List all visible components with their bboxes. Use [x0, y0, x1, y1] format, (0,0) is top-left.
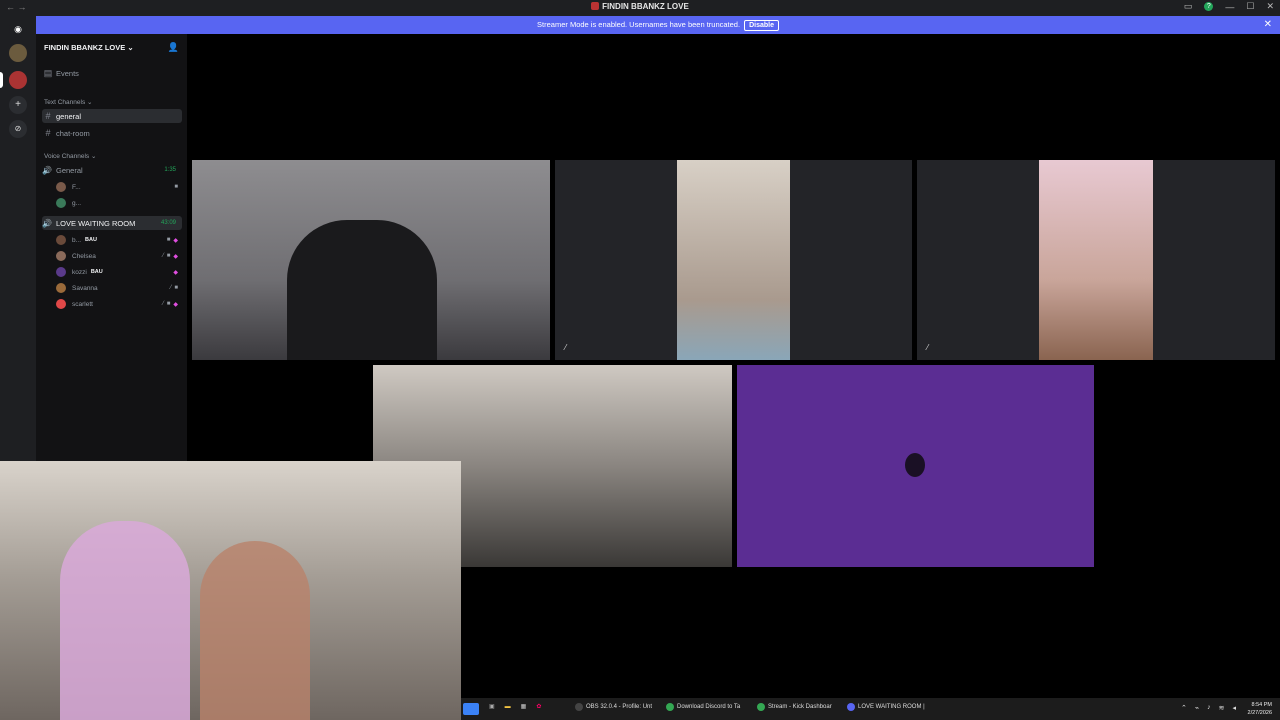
disable-button[interactable]: Disable — [744, 20, 779, 31]
mic-muted-icon: ⁄ — [162, 252, 164, 259]
mic-icon: ♪ — [1207, 704, 1211, 711]
volume-icon: ◂ — [1232, 705, 1236, 712]
wifi-icon: ≋ — [1218, 705, 1225, 712]
video-icon: ■ — [174, 285, 178, 291]
video-icon: ■ — [166, 300, 171, 307]
camera-feed — [1039, 160, 1153, 360]
voice-member[interactable]: scarlett ⁄ ■ ◆ — [56, 298, 182, 310]
start-button[interactable] — [463, 703, 482, 715]
user-avatar — [905, 453, 925, 477]
avatar — [56, 251, 66, 261]
bau-badge: BAU — [90, 269, 103, 275]
close-window-button[interactable]: ✕ — [1266, 1, 1274, 12]
window-title: FINDIN BBANKZ LOVE — [0, 2, 1280, 11]
channel-general[interactable]: # general — [42, 109, 182, 123]
video-tile[interactable] — [192, 160, 550, 360]
bau-badge: BAU — [85, 237, 97, 243]
camera-feed — [677, 160, 790, 360]
taskbar-chrome-kick[interactable]: Stream - Kick Dashboar — [757, 703, 832, 711]
taskbar-discord[interactable]: LOVE WAITING ROOM | — [847, 703, 925, 711]
streamer-mode-banner: Streamer Mode is enabled. Usernames have… — [36, 16, 1280, 34]
speaker-icon: 🔊 — [42, 165, 52, 175]
calendar-icon: ▤ — [43, 67, 53, 78]
hash-icon: # — [45, 128, 51, 138]
minimize-button[interactable]: — — [1225, 2, 1234, 12]
avatar — [56, 182, 66, 192]
obs-icon — [575, 703, 583, 711]
banner-message: Streamer Mode is enabled. Usernames have… — [36, 20, 1280, 31]
events-item[interactable]: ▤ Events — [42, 66, 182, 80]
discover-icon[interactable]: ⊘ — [9, 120, 27, 138]
windows-icon — [463, 703, 479, 715]
help-icon[interactable]: ? — [1204, 2, 1214, 11]
mic-muted-icon: ⁄ — [170, 285, 172, 291]
voice-channels-category[interactable]: Voice Channels ⌄ — [44, 152, 96, 160]
server-name[interactable]: FINDIN BBANKZ LOVE ⌄ — [44, 43, 134, 52]
video-tile-avatar[interactable] — [737, 365, 1094, 567]
text-channels-category[interactable]: Text Channels ⌄ — [44, 98, 92, 106]
voice-channel-general[interactable]: 🔊 General 1:35 — [42, 163, 182, 177]
video-icon: ■ — [166, 236, 171, 243]
system-tray[interactable]: ⌃ ⌁ ♪ ≋ ◂ — [1181, 704, 1236, 712]
channel-chat-room[interactable]: # chat-room — [42, 126, 182, 140]
windows-taskbar: ▣ ▬ ▦ ✿ OBS 32.0.4 - Profile: Unt Download … — [461, 698, 1280, 720]
taskbar-pinned-apps[interactable]: ▣ ▬ ▦ ✿ — [489, 703, 542, 711]
store-icon: ▦ — [520, 704, 527, 710]
maximize-button[interactable]: ☐ — [1246, 1, 1254, 12]
discord-icon — [847, 703, 855, 711]
add-server-icon[interactable]: + — [9, 96, 27, 114]
folder-icon: ▬ — [504, 703, 511, 710]
video-icon: ■ — [174, 184, 178, 190]
chrome-icon — [666, 703, 674, 711]
title-bar: ← → FINDIN BBANKZ LOVE ▭ ? — ☐ ✕ — [0, 0, 1280, 16]
mic-muted-icon: ⁄ — [565, 343, 567, 352]
avatar — [56, 198, 66, 208]
discord-home-icon[interactable]: ◉ — [9, 20, 27, 38]
task-view-icon: ▣ — [489, 704, 495, 710]
voice-timer: 1:35 — [164, 167, 176, 173]
video-tile[interactable]: ⁄ — [917, 160, 1275, 360]
activity-icon: ◆ — [173, 301, 178, 308]
selected-server-pill — [0, 72, 3, 88]
server-icon-2[interactable] — [9, 71, 27, 89]
server-icon-1[interactable] — [9, 44, 27, 62]
voice-member[interactable]: g... — [56, 197, 182, 209]
voice-member[interactable]: F... ■ — [56, 181, 182, 193]
avatar — [56, 283, 66, 293]
voice-member[interactable]: kozzi BAU ◆ — [56, 266, 182, 278]
clock[interactable]: 8:54 PM 2/27/2026 — [1248, 701, 1272, 717]
speaker-icon: 🔊 — [42, 218, 52, 228]
activity-icon: ◆ — [173, 253, 178, 260]
chrome-icon — [757, 703, 765, 711]
avatar — [56, 299, 66, 309]
server-icon — [591, 2, 600, 10]
webcam-overlay — [0, 461, 461, 720]
taskbar-chrome-discord[interactable]: Download Discord to Ta — [666, 703, 740, 711]
video-tile[interactable]: ⁄ — [555, 160, 912, 360]
invite-icon[interactable]: 👤 — [168, 42, 179, 53]
window-controls: ▭ ? — ☐ ✕ — [1184, 1, 1274, 12]
avatar — [56, 235, 66, 245]
avatar — [56, 267, 66, 277]
activity-icon: ◆ — [173, 237, 178, 244]
mic-muted-icon: ⁄ — [162, 300, 164, 307]
network-icon: ⌁ — [1194, 705, 1200, 712]
inbox-icon[interactable]: ▭ — [1184, 1, 1193, 12]
person-silhouette — [60, 521, 190, 720]
video-icon: ■ — [166, 252, 171, 259]
chevron-up-icon: ⌃ — [1181, 705, 1187, 712]
person-silhouette — [200, 541, 310, 720]
voice-member[interactable]: Chelsea ⁄ ■ ◆ — [56, 250, 182, 262]
mic-muted-icon: ⁄ — [927, 343, 929, 352]
voice-channel-love-waiting-room[interactable]: 🔊 LOVE WAITING ROOM 43:09 — [42, 216, 182, 230]
taskbar-obs[interactable]: OBS 32.0.4 - Profile: Unt — [575, 703, 652, 711]
voice-member[interactable]: Savanna ⁄ ■ — [56, 282, 182, 294]
banner-close-icon[interactable]: ✕ — [1264, 19, 1272, 30]
activity-icon: ◆ — [173, 269, 178, 276]
person-silhouette — [287, 220, 437, 360]
hash-icon: # — [45, 111, 51, 121]
voice-timer: 43:09 — [160, 220, 176, 226]
app-icon: ✿ — [536, 704, 542, 710]
voice-member[interactable]: b... BAU ■ ◆ — [56, 234, 182, 246]
